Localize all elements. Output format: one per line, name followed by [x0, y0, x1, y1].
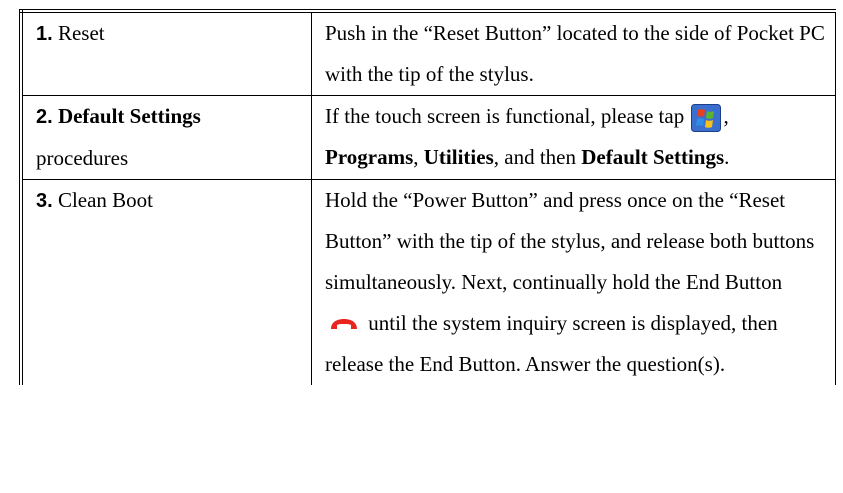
- table-row: 2. Default Settings procedures If the to…: [20, 95, 836, 180]
- reset-procedures-table: 1. Reset Push in the “Reset Button” loca…: [19, 9, 836, 385]
- menu-programs: Programs: [325, 145, 414, 169]
- row-number: 3.: [36, 190, 53, 212]
- procedure-description-cell: If the touch screen is functional, pleas…: [311, 95, 836, 180]
- punctuation: ,: [723, 104, 729, 128]
- procedure-name-cell: 2. Default Settings procedures: [20, 95, 312, 180]
- menu-utilities: Utilities: [423, 145, 494, 169]
- procedure-description: If the touch screen is functional, pleas…: [325, 104, 685, 128]
- procedure-description: Push in the “Reset Button” located to th…: [325, 21, 825, 86]
- punctuation: , and then: [493, 145, 582, 169]
- end-button-icon: [331, 319, 357, 330]
- table-row: 3. Clean Boot Hold the “Power Button” an…: [20, 179, 836, 385]
- procedure-name-cell: 3. Clean Boot: [20, 179, 312, 385]
- procedure-name-suffix: procedures: [36, 146, 129, 170]
- menu-default-settings: Default Settings: [581, 145, 725, 169]
- procedure-description-cont: until the system inquiry screen is displ…: [325, 311, 778, 376]
- procedure-name: Reset: [57, 21, 105, 45]
- table-row: 1. Reset Push in the “Reset Button” loca…: [20, 10, 836, 96]
- procedure-name: Default Settings: [57, 104, 201, 128]
- row-number: 1.: [36, 23, 53, 45]
- punctuation: .: [724, 145, 730, 169]
- windows-start-icon: [691, 104, 722, 133]
- procedure-name: Clean Boot: [57, 188, 154, 212]
- procedure-description: Hold the “Power Button” and press once o…: [325, 188, 815, 294]
- procedure-name-cell: 1. Reset: [20, 10, 312, 96]
- row-number: 2.: [36, 106, 53, 128]
- punctuation: ,: [413, 145, 424, 169]
- procedure-description-cell: Hold the “Power Button” and press once o…: [311, 179, 836, 385]
- procedure-description-cell: Push in the “Reset Button” located to th…: [311, 10, 836, 96]
